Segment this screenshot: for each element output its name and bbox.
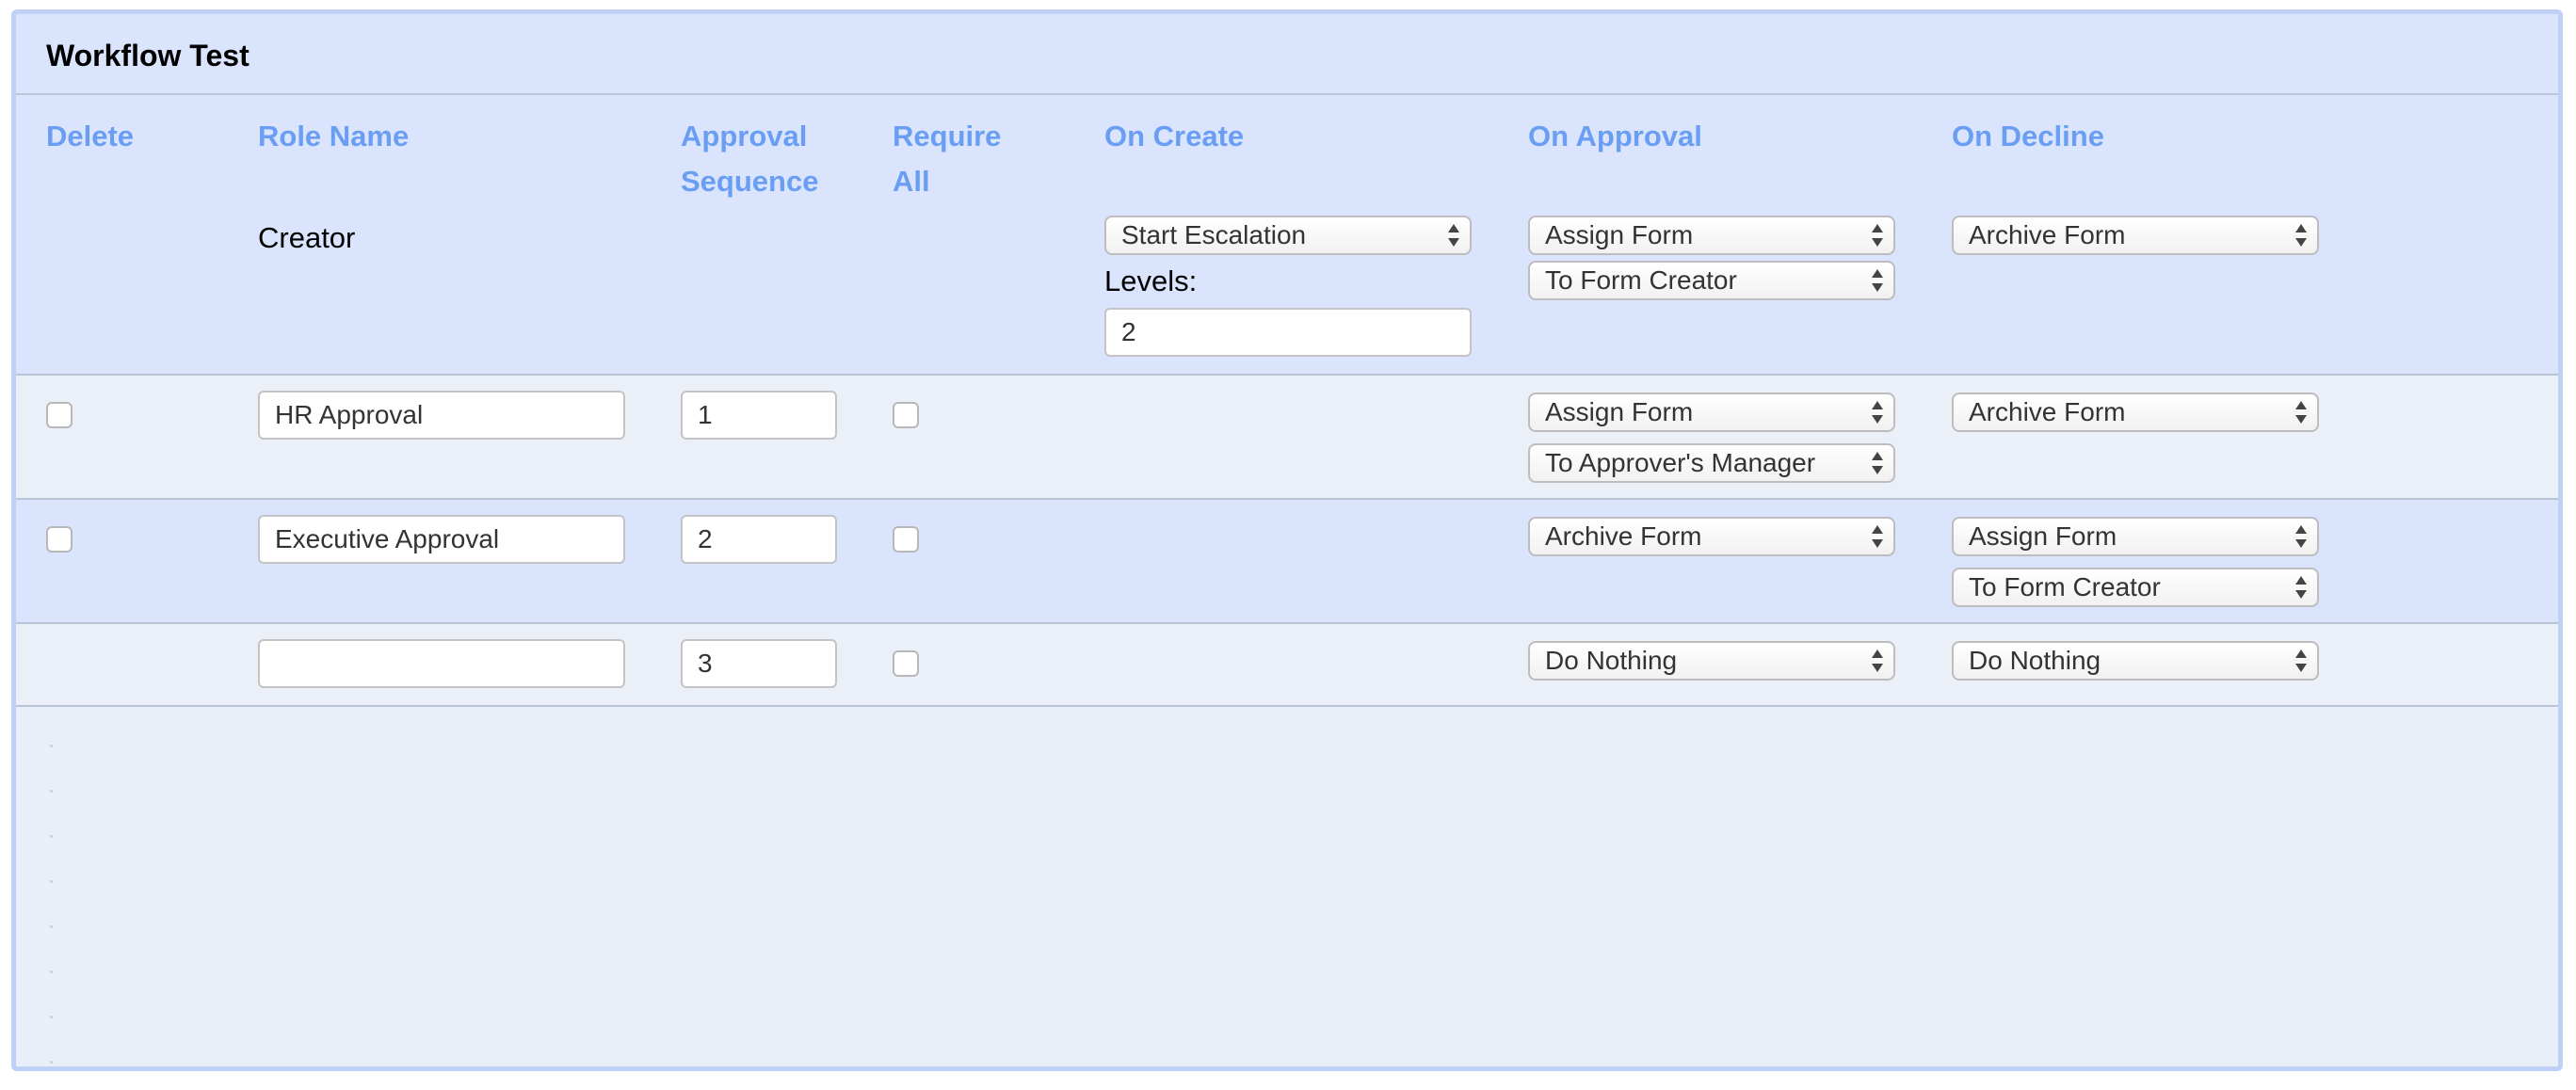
select-arrows-icon <box>1871 449 1884 477</box>
select-arrows-icon <box>1447 221 1460 249</box>
table-row: Archive Form Assign Form To Form Creator <box>16 500 2558 624</box>
creator-on-approval-action-value: Assign Form <box>1545 220 1694 249</box>
select-arrows-icon <box>2294 221 2308 249</box>
on-decline-action-select[interactable]: Assign Form <box>1952 517 2319 556</box>
column-header-role-name: Role Name <box>258 120 410 152</box>
select-arrows-icon <box>1871 266 1884 295</box>
on-decline-action-select[interactable]: Do Nothing <box>1952 641 2319 681</box>
approval-sequence-input[interactable] <box>681 639 837 688</box>
column-header-require-all-line2: All <box>893 165 930 198</box>
select-arrows-icon <box>2294 398 2308 426</box>
levels-input[interactable] <box>1104 308 1472 357</box>
divider-dot <box>50 970 53 973</box>
creator-role-name: Creator <box>258 221 356 254</box>
divider-dot <box>50 790 53 793</box>
role-name-input[interactable] <box>258 391 625 440</box>
creator-on-approval-action-select[interactable]: Assign Form <box>1528 216 1895 255</box>
table-row: Do Nothing Do Nothing <box>16 624 2558 707</box>
on-decline-action-value: Archive Form <box>1969 397 2126 426</box>
require-all-checkbox[interactable] <box>893 402 919 428</box>
on-decline-action-value: Do Nothing <box>1969 646 2101 675</box>
select-arrows-icon <box>1871 221 1884 249</box>
divider-dot <box>50 745 53 747</box>
workflow-panel: Workflow Test Delete Role Name Approval … <box>11 9 2563 1071</box>
column-header-delete: Delete <box>46 120 135 152</box>
on-approval-action-select[interactable]: Do Nothing <box>1528 641 1895 681</box>
role-name-input[interactable] <box>258 639 625 688</box>
on-decline-target-value: To Form Creator <box>1969 572 2161 601</box>
require-all-checkbox[interactable] <box>893 650 919 677</box>
delete-checkbox[interactable] <box>46 526 72 553</box>
divider-dot <box>50 1061 53 1064</box>
levels-label: Levels: <box>1104 264 1198 297</box>
on-approval-action-select[interactable]: Assign Form <box>1528 393 1895 432</box>
divider-dot <box>50 1016 53 1018</box>
creator-on-approval-target-select[interactable]: To Form Creator <box>1528 261 1895 300</box>
on-approval-action-value: Archive Form <box>1545 521 1702 551</box>
select-arrows-icon <box>2294 647 2308 675</box>
divider-dot <box>50 880 53 883</box>
on-create-action-value: Start Escalation <box>1121 220 1307 249</box>
creator-on-decline-action-value: Archive Form <box>1969 220 2126 249</box>
panel-header: Workflow Test <box>16 14 2558 95</box>
select-arrows-icon <box>2294 573 2308 601</box>
on-approval-action-select[interactable]: Archive Form <box>1528 517 1895 556</box>
column-header-section: Delete Role Name Approval Sequence Requi… <box>16 95 2558 376</box>
column-header-require-all-line1: Require <box>893 120 1002 152</box>
require-all-checkbox[interactable] <box>893 526 919 553</box>
on-decline-action-select[interactable]: Archive Form <box>1952 393 2319 432</box>
column-header-on-decline: On Decline <box>1952 120 2104 152</box>
approval-sequence-input[interactable] <box>681 515 837 564</box>
column-header-on-create: On Create <box>1104 120 1245 152</box>
on-decline-action-value: Assign Form <box>1969 521 2117 551</box>
column-header-on-approval: On Approval <box>1528 120 1702 152</box>
on-approval-target-value: To Approver's Manager <box>1545 448 1816 477</box>
approval-sequence-input[interactable] <box>681 391 837 440</box>
select-arrows-icon <box>1871 398 1884 426</box>
delete-checkbox[interactable] <box>46 402 72 428</box>
table-row: Assign Form To Approver's Manager Archiv… <box>16 376 2558 500</box>
on-create-action-select[interactable]: Start Escalation <box>1104 216 1472 255</box>
on-approval-target-select[interactable]: To Approver's Manager <box>1528 443 1895 483</box>
role-name-input[interactable] <box>258 515 625 564</box>
on-approval-action-value: Do Nothing <box>1545 646 1678 675</box>
column-header-approval-sequence-line1: Approval <box>681 120 808 152</box>
creator-on-approval-target-value: To Form Creator <box>1545 265 1737 295</box>
empty-area <box>16 707 2558 1066</box>
select-arrows-icon <box>2294 522 2308 551</box>
column-header-approval-sequence-line2: Sequence <box>681 165 819 198</box>
creator-on-decline-action-select[interactable]: Archive Form <box>1952 216 2319 255</box>
divider-dot <box>50 835 53 838</box>
divider-dot <box>50 925 53 928</box>
select-arrows-icon <box>1871 647 1884 675</box>
select-arrows-icon <box>1871 522 1884 551</box>
on-approval-action-value: Assign Form <box>1545 397 1694 426</box>
page-title: Workflow Test <box>46 39 250 72</box>
on-decline-target-select[interactable]: To Form Creator <box>1952 568 2319 607</box>
